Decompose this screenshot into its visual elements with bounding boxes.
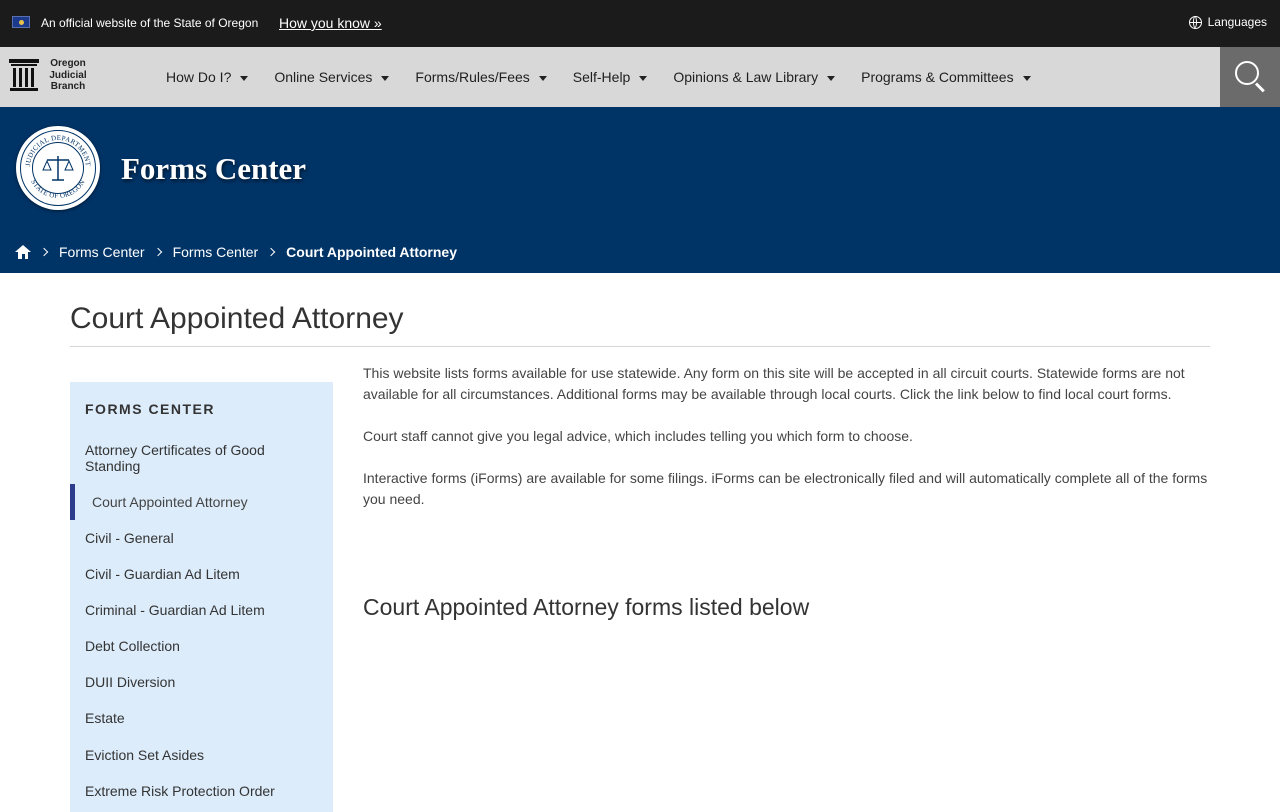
nav-menu: How Do I? Online Services Forms/Rules/Fe… bbox=[166, 47, 1057, 107]
sidebar: FORMS CENTER Attorney Certificates of Go… bbox=[70, 382, 333, 812]
intro-paragraph-iforms: Interactive forms (iForms) are available… bbox=[363, 470, 1208, 507]
oregon-flag-icon bbox=[12, 16, 30, 28]
site-logo[interactable]: Oregon Judicial Branch bbox=[9, 58, 91, 93]
languages-button[interactable]: Languages bbox=[1188, 15, 1267, 29]
sidebar-item-civil-guardian-ad-litem[interactable]: Civil - Guardian Ad Litem bbox=[85, 566, 310, 582]
sidebar-item-extreme-risk-protection-order[interactable]: Extreme Risk Protection Order bbox=[85, 783, 310, 799]
nav-item-self-help[interactable]: Self-Help bbox=[573, 69, 648, 85]
logo-line-3: Branch bbox=[50, 81, 86, 92]
nav-item-programs-committees[interactable]: Programs & Committees bbox=[861, 69, 1031, 85]
caret-down-icon bbox=[381, 75, 390, 81]
main-navigation: Oregon Judicial Branch How Do I? Online … bbox=[0, 47, 1280, 107]
nav-item-forms-rules-fees[interactable]: Forms/Rules/Fees bbox=[415, 69, 547, 85]
breadcrumb-link[interactable]: Forms Center bbox=[173, 244, 259, 260]
sidebar-heading: FORMS CENTER bbox=[85, 401, 215, 417]
chevron-right-icon bbox=[266, 247, 276, 257]
nav-item-label: Programs & Committees bbox=[861, 69, 1014, 85]
logo-line-1: Oregon bbox=[50, 58, 86, 69]
sidebar-item-attorney-certificates[interactable]: Attorney Certificates of Good Standing bbox=[85, 442, 310, 474]
columns-logo-icon bbox=[9, 58, 39, 92]
page-banner: JUDICIAL DEPARTMENT STATE OF OREGON Form… bbox=[0, 107, 1280, 273]
sidebar-item-criminal-guardian-ad-litem[interactable]: Criminal - Guardian Ad Litem bbox=[85, 602, 310, 618]
globe-icon bbox=[1188, 15, 1202, 29]
page-title: Court Appointed Attorney bbox=[70, 302, 404, 335]
sidebar-item-civil-general[interactable]: Civil - General bbox=[85, 530, 310, 546]
nav-item-online-services[interactable]: Online Services bbox=[274, 69, 390, 85]
intro-content: This website lists forms available for u… bbox=[363, 363, 1213, 531]
svg-text:STATE OF OREGON: STATE OF OREGON bbox=[29, 178, 86, 200]
nav-item-label: Online Services bbox=[274, 69, 373, 85]
seal-text-bottom: STATE OF OREGON bbox=[29, 178, 86, 200]
nav-item-label: Opinions & Law Library bbox=[673, 69, 819, 85]
breadcrumb-link[interactable]: Forms Center bbox=[59, 244, 145, 260]
intro-paragraph-statewide: This website lists forms available for u… bbox=[363, 365, 1185, 402]
logo-text: Oregon Judicial Branch bbox=[45, 58, 91, 93]
nav-item-label: Self-Help bbox=[572, 69, 631, 85]
languages-label: Languages bbox=[1207, 15, 1267, 29]
home-icon[interactable] bbox=[15, 245, 31, 259]
nav-item-opinions-law-library[interactable]: Opinions & Law Library bbox=[673, 69, 836, 85]
caret-down-icon bbox=[827, 75, 836, 81]
sidebar-item-eviction-set-asides[interactable]: Eviction Set Asides bbox=[85, 747, 310, 763]
sidebar-item-debt-collection[interactable]: Debt Collection bbox=[85, 638, 310, 654]
caret-down-icon bbox=[240, 75, 249, 81]
nav-item-how-do-i[interactable]: How Do I? bbox=[166, 69, 249, 85]
sidebar-item-duii-diversion[interactable]: DUII Diversion bbox=[85, 674, 310, 690]
official-banner: An official website of the State of Oreg… bbox=[0, 0, 1280, 47]
logo-line-2: Judicial bbox=[49, 69, 87, 81]
chevron-right-icon bbox=[153, 247, 162, 257]
sidebar-item-estate[interactable]: Estate bbox=[85, 710, 310, 726]
intro-paragraph-legal-advice: Court staff cannot give you legal advice… bbox=[363, 428, 913, 444]
forms-list-heading: Court Appointed Attorney forms listed be… bbox=[363, 594, 810, 620]
caret-down-icon bbox=[538, 75, 547, 81]
banner-title: Forms Center bbox=[121, 151, 307, 186]
how-you-know-link[interactable]: How you know » bbox=[279, 15, 382, 31]
caret-down-icon bbox=[1022, 75, 1031, 81]
chevron-right-icon bbox=[39, 247, 49, 257]
sidebar-item-court-appointed-attorney[interactable]: Court Appointed Attorney bbox=[70, 484, 333, 520]
title-divider bbox=[70, 346, 1210, 347]
judicial-seal-icon: JUDICIAL DEPARTMENT STATE OF OREGON bbox=[16, 126, 100, 210]
search-button[interactable] bbox=[1220, 47, 1280, 107]
nav-item-label: Forms/Rules/Fees bbox=[415, 69, 530, 85]
breadcrumb: Forms Center Forms Center Court Appointe… bbox=[15, 244, 457, 260]
breadcrumb-current: Court Appointed Attorney bbox=[286, 244, 457, 260]
caret-down-icon bbox=[639, 75, 648, 81]
nav-item-label: How Do I? bbox=[166, 69, 232, 85]
official-site-text: An official website of the State of Oreg… bbox=[41, 16, 259, 30]
